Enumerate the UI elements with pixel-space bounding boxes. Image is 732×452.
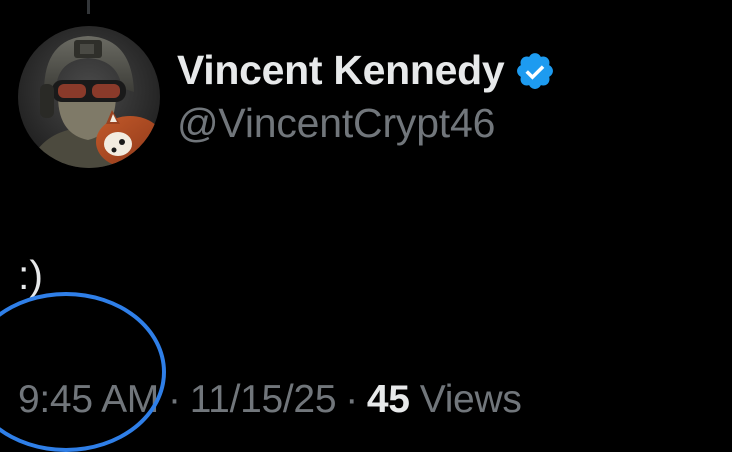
views-label[interactable]: Views [420,378,522,422]
author-name-row: Vincent Kennedy [177,40,556,100]
avatar-image [18,26,160,168]
tweet-time[interactable]: 9:45 AM [18,378,159,422]
verified-badge-icon[interactable] [514,50,556,92]
tweet-text: :) [18,252,44,298]
tweet-meta-row: 9:45 AM · 11/15/25 · 45 Views [18,372,522,428]
meta-separator: · [168,378,181,421]
thread-connector-line [87,0,90,14]
tweet: Vincent Kennedy @VincentCrypt46 :) 9:45 … [0,0,732,452]
author-display-name[interactable]: Vincent Kennedy [177,47,505,94]
meta-separator: · [345,378,358,421]
tweet-date[interactable]: 11/15/25 [190,378,337,422]
author-handle[interactable]: @VincentCrypt46 [177,100,495,147]
avatar[interactable] [18,26,160,168]
views-count[interactable]: 45 [367,378,410,422]
